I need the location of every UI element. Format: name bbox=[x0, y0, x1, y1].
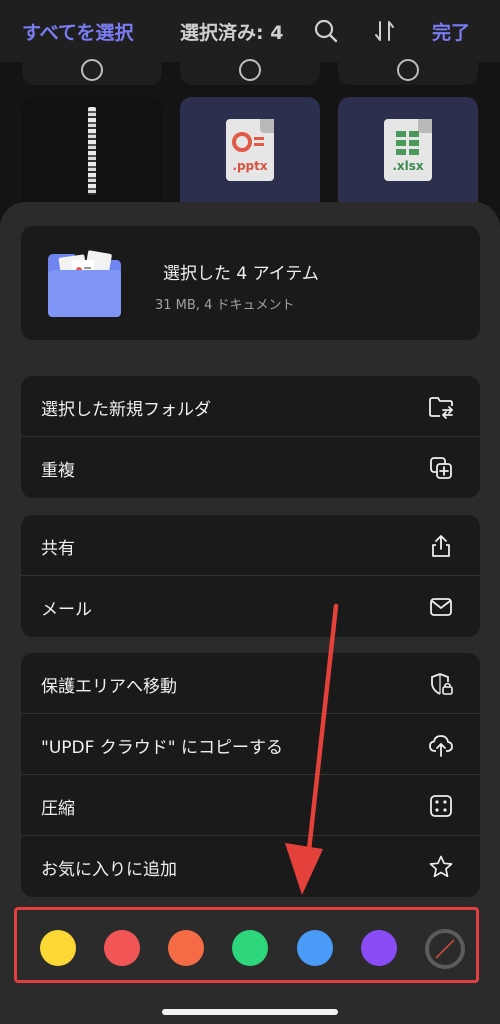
menu-item-label: "UPDF クラウド" にコピーする bbox=[41, 738, 284, 758]
sort-icon[interactable] bbox=[372, 18, 398, 44]
menu-item-favorite[interactable]: お気に入りに追加 bbox=[21, 836, 480, 897]
share-icon bbox=[432, 534, 450, 557]
menu-item-mail[interactable]: メール bbox=[21, 576, 480, 637]
document-thumbnail bbox=[88, 107, 96, 195]
mail-icon bbox=[430, 598, 452, 616]
compress-icon bbox=[430, 795, 452, 817]
pptx-extension: .pptx bbox=[232, 159, 268, 173]
menu-item-label: 重複 bbox=[41, 461, 75, 481]
menu-item-compress[interactable]: 圧縮 bbox=[21, 775, 480, 836]
duplicate-icon bbox=[430, 457, 452, 479]
color-tag-red[interactable] bbox=[104, 930, 140, 966]
summary-title: 選択した 4 アイテム bbox=[163, 264, 319, 284]
file-tile[interactable] bbox=[338, 55, 478, 85]
menu-item-label: 保護エリアへ移動 bbox=[41, 677, 177, 697]
file-tile[interactable] bbox=[180, 55, 320, 85]
pie-chart-icon bbox=[232, 132, 264, 152]
menu-item-copy-cloud[interactable]: "UPDF クラウド" にコピーする bbox=[21, 714, 480, 775]
menu-group: 共有 メール bbox=[21, 515, 480, 637]
cloud-upload-icon bbox=[429, 735, 453, 757]
done-button[interactable]: 完了 bbox=[432, 18, 470, 45]
xlsx-extension: .xlsx bbox=[392, 159, 424, 173]
select-all-button[interactable]: すべてを選択 bbox=[22, 18, 134, 45]
color-tag-bar bbox=[14, 907, 479, 983]
spreadsheet-icon bbox=[396, 131, 419, 155]
selected-count: 選択済み: 4 bbox=[180, 22, 284, 44]
color-tag-yellow[interactable] bbox=[40, 930, 76, 966]
no-color-icon[interactable] bbox=[424, 928, 466, 970]
color-tag-purple[interactable] bbox=[361, 930, 397, 966]
summary-subtitle: 31 MB, 4 ドキュメント bbox=[155, 298, 295, 313]
top-bar: すべてを選択 選択済み: 4 完了 bbox=[0, 0, 500, 62]
menu-item-label: 選択した新規フォルダ bbox=[41, 400, 211, 420]
select-radio[interactable] bbox=[239, 59, 261, 81]
menu-item-label: 圧縮 bbox=[41, 799, 75, 819]
menu-item-duplicate[interactable]: 重複 bbox=[21, 437, 480, 498]
selection-summary: 選択した 4 アイテム 31 MB, 4 ドキュメント bbox=[21, 226, 480, 340]
pptx-file-icon: .pptx bbox=[226, 119, 274, 181]
menu-item-label: 共有 bbox=[41, 539, 75, 559]
select-radio[interactable] bbox=[397, 59, 419, 81]
shield-lock-icon bbox=[431, 673, 453, 695]
menu-item-share[interactable]: 共有 bbox=[21, 515, 480, 576]
select-radio[interactable] bbox=[81, 59, 103, 81]
menu-item-move-protected[interactable]: 保護エリアへ移動 bbox=[21, 653, 480, 714]
folder-icon bbox=[48, 250, 121, 317]
home-indicator bbox=[162, 1009, 338, 1015]
menu-item-new-folder[interactable]: 選択した新規フォルダ bbox=[21, 376, 480, 437]
menu-item-label: お気に入りに追加 bbox=[41, 860, 177, 880]
color-tag-green[interactable] bbox=[232, 930, 268, 966]
menu-item-label: メール bbox=[41, 600, 92, 620]
color-tag-blue[interactable] bbox=[297, 930, 333, 966]
star-icon bbox=[429, 855, 453, 878]
menu-group: 選択した新規フォルダ 重複 bbox=[21, 376, 480, 498]
search-icon[interactable] bbox=[313, 18, 339, 44]
file-tile[interactable] bbox=[22, 55, 162, 85]
xlsx-file-icon: .xlsx bbox=[384, 119, 432, 181]
menu-group: 保護エリアへ移動 "UPDF クラウド" にコピーする 圧縮 お気に入りに追加 bbox=[21, 653, 480, 897]
folder-move-icon bbox=[429, 397, 454, 419]
color-tag-orange[interactable] bbox=[168, 930, 204, 966]
